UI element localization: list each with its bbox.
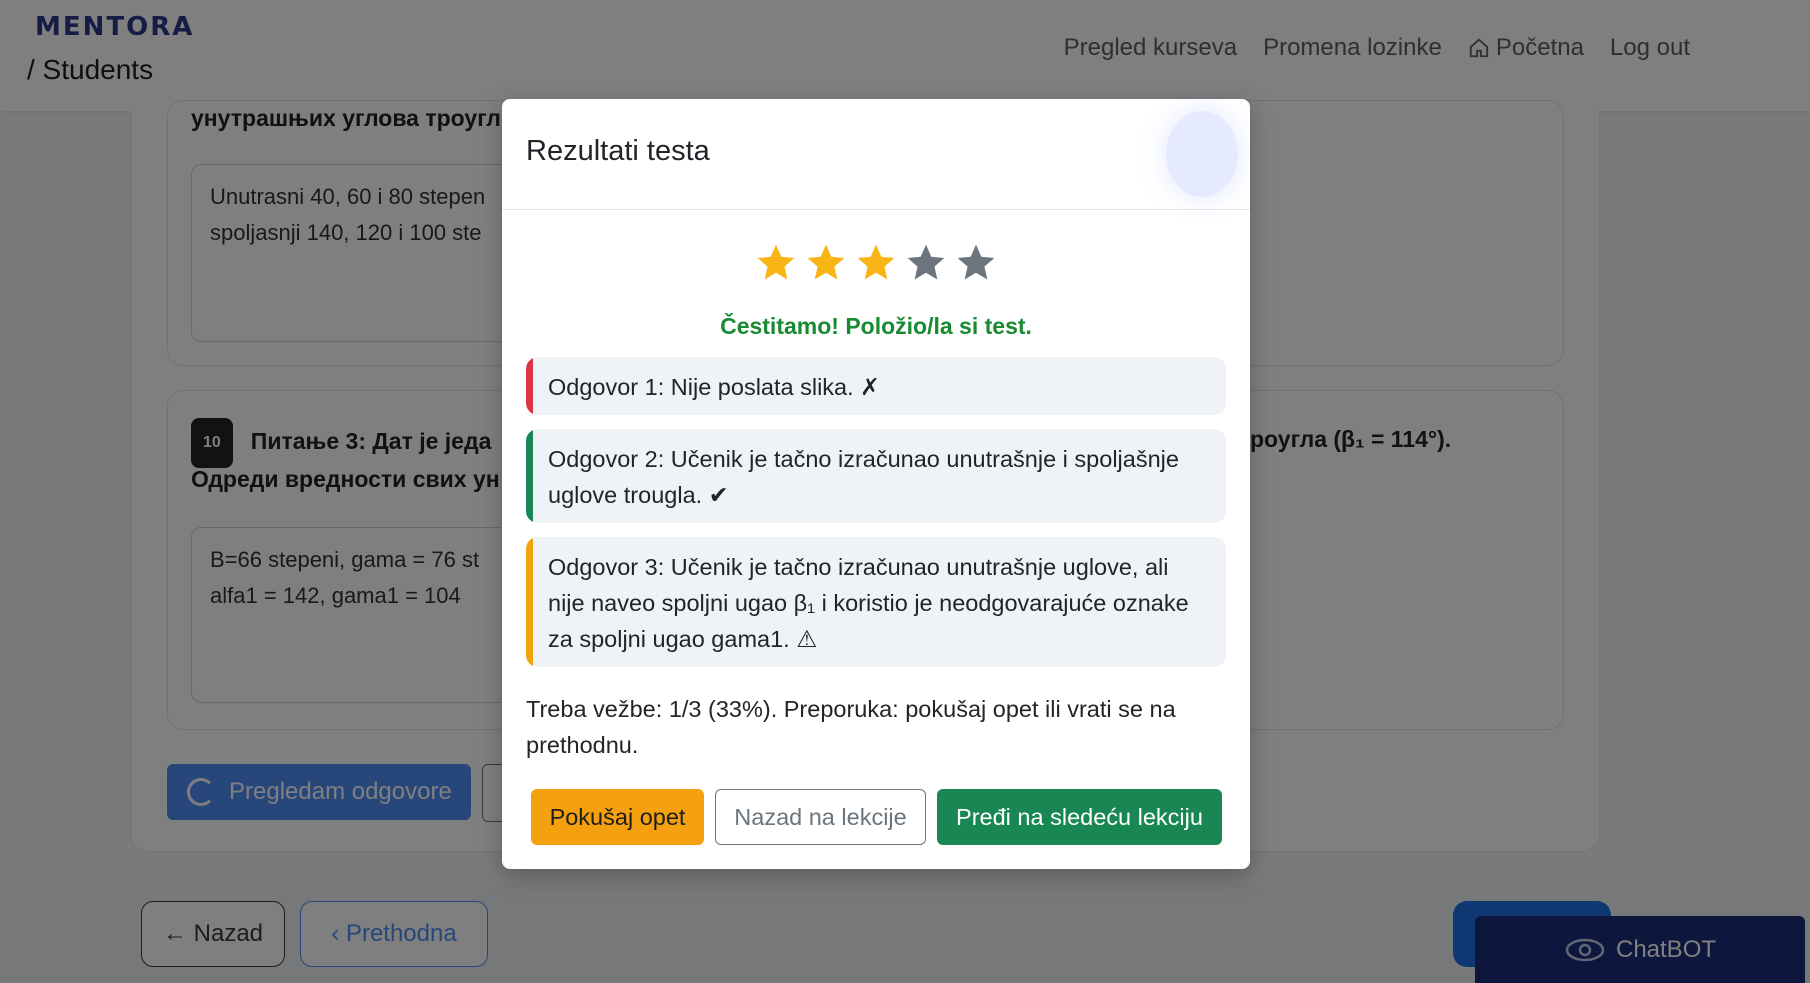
back-to-lessons-button[interactable]: Nazad na lekcije [715,789,926,845]
star-icon [907,244,945,280]
feedback-text-1: Odgovor 1: Nije poslata slika. ✗ [548,374,880,400]
feedback-item-3: Odgovor 3: Učenik je tačno izračunao unu… [526,537,1226,667]
star-icon [857,244,895,280]
feedback-item-1: Odgovor 1: Nije poslata slika. ✗ [526,357,1226,415]
star-rating [502,241,1250,285]
star-icon [807,244,845,280]
feedback-text-3: Odgovor 3: Učenik je tačno izračunao unu… [548,554,1189,652]
modal-title: Rezultati testa [526,135,710,167]
next-lesson-button[interactable]: Pređi na sledeću lekciju [937,789,1222,845]
results-modal: Rezultati testa Čestitamo! Položio/la si… [502,99,1250,869]
feedback-item-2: Odgovor 2: Učenik je tačno izračunao unu… [526,429,1226,523]
star-icon [957,244,995,280]
summary-text: Treba vežbe: 1/3 (33%). Preporuka: pokuš… [526,696,1176,758]
congrats-message: Čestitamo! Položio/la si test. [720,313,1032,339]
modal-header: Rezultati testa [502,99,1250,210]
star-icon [757,244,795,280]
feedback-text-2: Odgovor 2: Učenik je tačno izračunao unu… [548,446,1179,508]
retry-button[interactable]: Pokušaj opet [531,789,704,845]
close-button[interactable] [1166,111,1238,197]
